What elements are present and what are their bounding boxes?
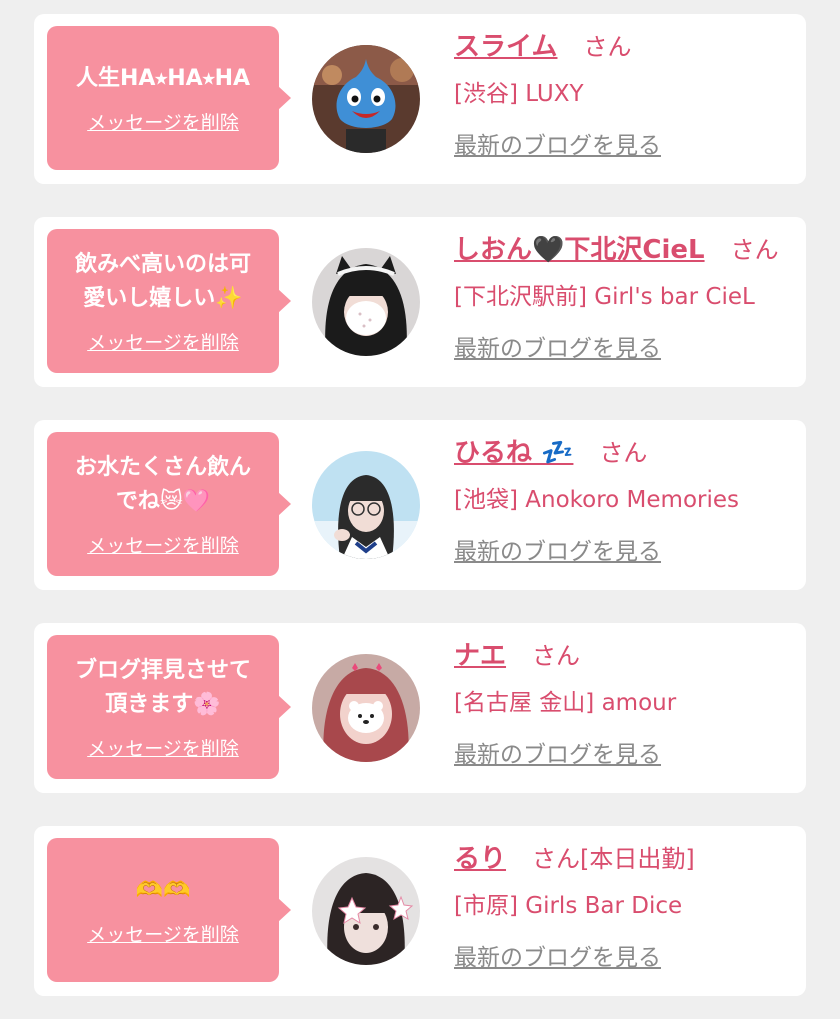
honorific: さん: [599, 439, 648, 467]
delete-message-link[interactable]: メッセージを削除: [87, 920, 239, 947]
message-card: ブログ拝見させて 頂きます🌸 メッセージを削除 ナエ さん [名古屋 金山] a…: [34, 623, 806, 793]
avatar[interactable]: [312, 654, 420, 762]
profile-info: しおん🖤下北沢CieL さん [下北沢駅前] Girl's bar CieL 最…: [454, 229, 796, 363]
latest-blog-link[interactable]: 最新のブログを見る: [454, 735, 661, 769]
avatar[interactable]: [312, 451, 420, 559]
shop-label: [渋谷] LUXY: [454, 81, 584, 107]
message-text: お水たくさん飲ん でね😿🩷: [74, 454, 251, 514]
message-bubble: 飲みべ高いのは可 愛いし嬉しい✨ メッセージを削除: [47, 229, 291, 373]
message-bubble: ブログ拝見させて 頂きます🌸 メッセージを削除: [47, 635, 291, 779]
avatar[interactable]: [312, 248, 420, 356]
message-text: 🫶🫶: [135, 877, 191, 903]
delete-message-link[interactable]: メッセージを削除: [87, 108, 239, 135]
honorific: さん: [730, 236, 779, 264]
avatar[interactable]: [312, 857, 420, 965]
shop-label: [池袋] Anokoro Memories: [454, 487, 739, 513]
profile-info: ひるね 💤 さん [池袋] Anokoro Memories 最新のブログを見る: [454, 432, 796, 566]
cast-name-link[interactable]: スライム: [454, 26, 557, 63]
message-card: 飲みべ高いのは可 愛いし嬉しい✨ メッセージを削除 しおん🖤下北沢CieL さん…: [34, 217, 806, 387]
message-text: ブログ拝見させて 頂きます🌸: [74, 657, 251, 717]
message-bubble: 人生HA⭑HA⭑HA メッセージを削除: [47, 26, 291, 170]
message-text: 飲みべ高いのは可 愛いし嬉しい✨: [74, 251, 251, 311]
cast-name-link[interactable]: ひるね 💤: [454, 432, 573, 469]
delete-message-link[interactable]: メッセージを削除: [87, 734, 239, 761]
honorific: さん: [583, 33, 632, 61]
profile-info: スライム さん [渋谷] LUXY 最新のブログを見る: [454, 26, 796, 160]
latest-blog-link[interactable]: 最新のブログを見る: [454, 126, 661, 160]
avatar[interactable]: [312, 45, 420, 153]
delete-message-link[interactable]: メッセージを削除: [87, 328, 239, 355]
cast-name-link[interactable]: しおん🖤下北沢CieL: [454, 229, 705, 266]
message-bubble: 🫶🫶 メッセージを削除: [47, 838, 291, 982]
latest-blog-link[interactable]: 最新のブログを見る: [454, 329, 661, 363]
message-card: 人生HA⭑HA⭑HA メッセージを削除 スライム さん [渋谷] LUXY 最新…: [34, 14, 806, 184]
profile-info: るり さん[本日出勤] [市原] Girls Bar Dice 最新のブログを見…: [454, 838, 796, 972]
cast-name-link[interactable]: るり: [454, 838, 506, 875]
latest-blog-link[interactable]: 最新のブログを見る: [454, 532, 661, 566]
shop-label: [名古屋 金山] amour: [454, 690, 677, 716]
message-bubble: お水たくさん飲ん でね😿🩷 メッセージを削除: [47, 432, 291, 576]
cast-name-link[interactable]: ナエ: [454, 635, 506, 672]
honorific: さん: [532, 642, 581, 670]
shop-label: [下北沢駅前] Girl's bar CieL: [454, 284, 755, 310]
message-card: お水たくさん飲ん でね😿🩷 メッセージを削除 ひるね 💤 さん [池袋] Ano…: [34, 420, 806, 590]
message-card: 🫶🫶 メッセージを削除 るり さん[本日出勤] [市原] Girls Bar D…: [34, 826, 806, 996]
shop-label: [市原] Girls Bar Dice: [454, 893, 683, 919]
message-text: 人生HA⭑HA⭑HA: [75, 65, 251, 91]
honorific: さん[本日出勤]: [532, 845, 695, 873]
delete-message-link[interactable]: メッセージを削除: [87, 531, 239, 558]
message-list: 人生HA⭑HA⭑HA メッセージを削除 スライム さん [渋谷] LUXY 最新…: [0, 0, 840, 1019]
profile-info: ナエ さん [名古屋 金山] amour 最新のブログを見る: [454, 635, 796, 769]
latest-blog-link[interactable]: 最新のブログを見る: [454, 938, 661, 972]
